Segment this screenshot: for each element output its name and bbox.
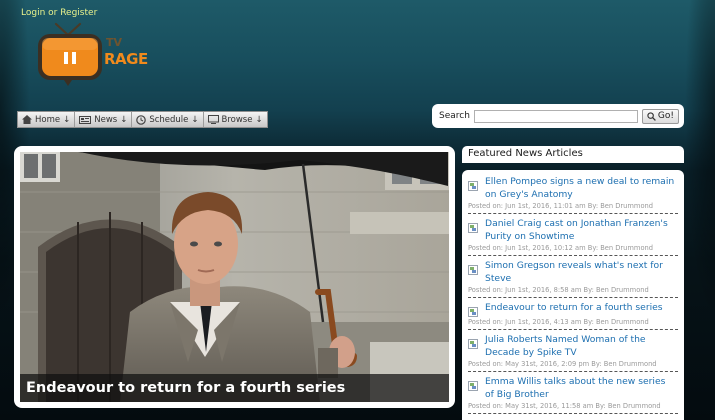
news-item-meta: Posted on: Jun 1st, 2016, 4:13 am By: Be… — [468, 318, 649, 326]
news-item: Julia Roberts Named Woman of the Decade … — [468, 330, 678, 372]
featured-news-heading: Featured News Articles — [462, 146, 684, 163]
login-register-link[interactable]: Login or Register — [21, 8, 97, 18]
news-item: Endeavour to return for a fourth series … — [468, 298, 678, 330]
news-item-meta: Posted on: Jun 1st, 2016, 10:12 am By: B… — [468, 244, 654, 252]
news-item: Simon Gregson reveals what's next for St… — [468, 256, 678, 298]
monitor-icon — [207, 115, 219, 124]
news-item: Emma Willis talks about the new series o… — [468, 372, 678, 414]
news-item: Ellen Pompeo signs a new deal to remain … — [468, 172, 678, 214]
featured-story-caption[interactable]: Endeavour to return for a fourth series — [20, 374, 449, 402]
featured-news-list: Ellen Pompeo signs a new deal to remain … — [462, 170, 684, 420]
featured-story: Endeavour to return for a fourth series — [14, 146, 455, 408]
nav-news[interactable]: News ↓ — [75, 112, 133, 127]
logo-tv-text: TV — [106, 36, 123, 49]
search-box: Search Go! — [432, 104, 684, 128]
nav-schedule-arrow: ↓ — [191, 114, 199, 125]
broken-image-icon — [468, 381, 478, 391]
featured-photo — [20, 152, 449, 402]
news-item-title[interactable]: Daniel Craig cast on Jonathan Franzen's … — [485, 218, 675, 243]
news-item-meta: Posted on: May 31st, 2016, 2:09 pm By: B… — [468, 360, 657, 368]
nav-browse-arrow: ↓ — [255, 114, 263, 125]
broken-image-icon — [468, 265, 478, 275]
broken-image-icon — [468, 223, 478, 233]
nav-news-label: News — [94, 114, 118, 125]
news-item-meta: Posted on: Jun 1st, 2016, 8:58 am By: Be… — [468, 286, 649, 294]
news-item: Daniel Craig cast on Jonathan Franzen's … — [468, 214, 678, 256]
nav-schedule[interactable]: Schedule ↓ — [132, 112, 204, 127]
nav-home[interactable]: Home ↓ — [18, 112, 76, 127]
featured-story-image[interactable]: Endeavour to return for a fourth series — [20, 152, 449, 402]
nav-browse[interactable]: Browse ↓ — [204, 112, 267, 127]
search-go-button[interactable]: Go! — [641, 108, 679, 124]
broken-image-icon — [468, 181, 478, 191]
news-item-meta: Posted on: Jun 1st, 2016, 11:01 am By: B… — [468, 202, 654, 210]
home-icon — [22, 115, 32, 124]
clock-icon — [136, 114, 147, 125]
search-label: Search — [439, 111, 470, 121]
tvrage-logo[interactable]: TV RAGE — [38, 22, 156, 88]
search-input[interactable] — [473, 109, 638, 123]
news-item-title[interactable]: Simon Gregson reveals what's next for St… — [485, 260, 675, 285]
news-item-title[interactable]: Emma Willis talks about the new series o… — [485, 376, 675, 401]
search-go-label: Go! — [657, 111, 674, 121]
magnifier-icon — [647, 111, 656, 121]
news-item-title[interactable]: Julia Roberts Named Woman of the Decade … — [485, 334, 675, 359]
news-item-title[interactable]: Ellen Pompeo signs a new deal to remain … — [485, 176, 675, 201]
nav-schedule-label: Schedule — [149, 114, 189, 125]
nav-home-label: Home — [35, 114, 61, 125]
news-item-meta: Posted on: May 31st, 2016, 11:58 am By: … — [468, 402, 661, 410]
news-item-title[interactable]: Endeavour to return for a fourth series — [485, 302, 675, 315]
logo-rage-text: RAGE — [104, 50, 148, 68]
nav-home-arrow: ↓ — [63, 114, 71, 125]
broken-image-icon — [468, 339, 478, 349]
nav-browse-label: Browse — [221, 114, 253, 125]
broken-image-icon — [468, 307, 478, 317]
main-nav: Home ↓ News ↓ Schedule ↓ Browse ↓ — [17, 111, 268, 128]
news-icon — [79, 115, 92, 124]
nav-news-arrow: ↓ — [120, 114, 128, 125]
